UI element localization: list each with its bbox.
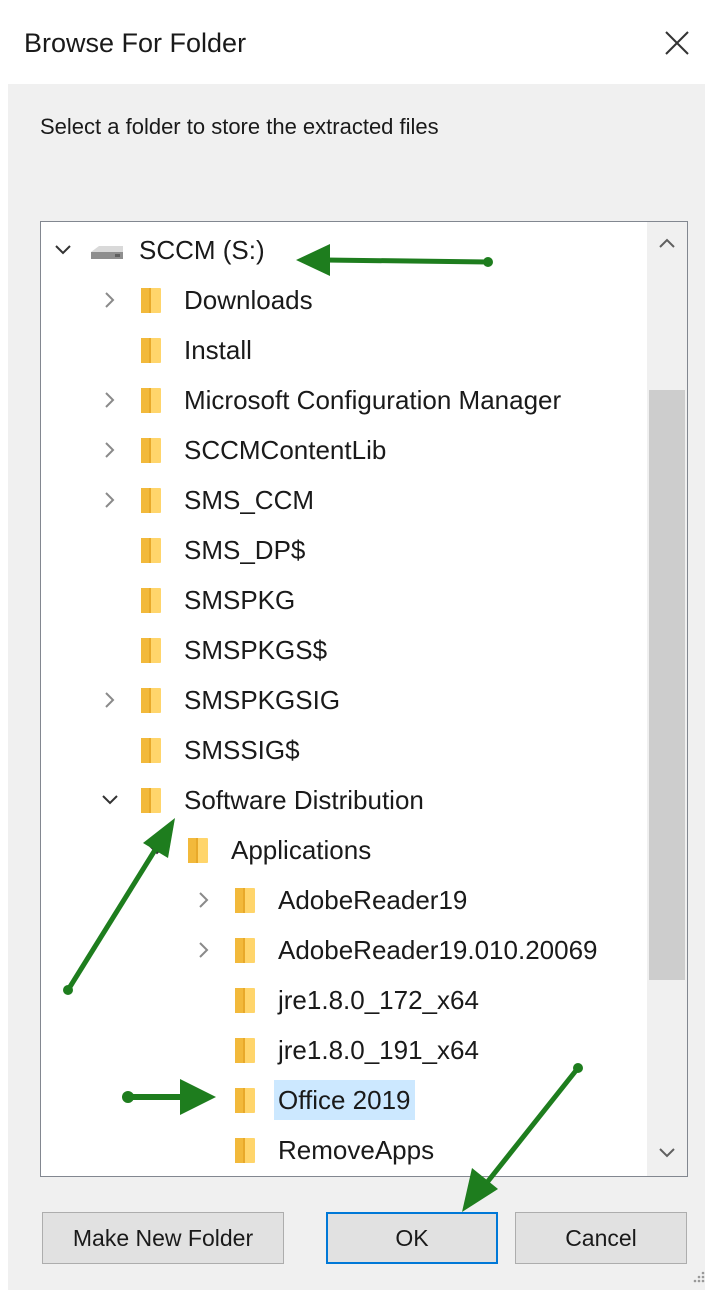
folder-icon <box>141 788 161 813</box>
ok-button[interactable]: OK <box>326 1212 498 1264</box>
tree-item[interactable]: AdobeReader19.010.20069 <box>41 928 641 972</box>
tree-item-label: Software Distribution <box>184 785 424 815</box>
folder-icon <box>235 888 255 913</box>
folder-icon <box>235 988 255 1013</box>
tree-item[interactable]: SMSPKGS$ <box>41 628 641 672</box>
scroll-up-icon[interactable] <box>657 236 677 250</box>
tree-item[interactable]: SCCMContentLib <box>41 428 641 472</box>
tree-item-label: RemoveApps <box>278 1135 435 1165</box>
tree-item-label: SCCM (S:) <box>139 235 265 265</box>
folder-icon <box>235 1038 255 1063</box>
vertical-scrollbar[interactable] <box>647 222 687 1176</box>
tree-item-label: Office 2019 <box>274 1080 415 1120</box>
tree-item-label: jre1.8.0_191_x64 <box>278 1035 479 1065</box>
tree-item-label: SMS_CCM <box>184 485 315 515</box>
tree-item-label: SMSPKGSIG <box>184 685 341 715</box>
resize-grip-icon[interactable] <box>690 1268 706 1284</box>
tree-item-label: AdobeReader19.010.20069 <box>278 935 598 965</box>
chevron-right-icon[interactable] <box>100 390 120 410</box>
folder-tree[interactable]: SCCM (S:) Downloads Install Microsoft Confi… <box>40 221 688 1177</box>
folder-icon <box>235 1138 255 1163</box>
tree-item-label: AdobeReader19 <box>278 885 468 915</box>
folder-icon <box>235 1088 255 1113</box>
instruction-text: Select a folder to store the extracted f… <box>40 114 439 139</box>
chevron-right-icon[interactable] <box>100 490 120 510</box>
folder-icon <box>141 588 161 613</box>
make-new-folder-button[interactable]: Make New Folder <box>42 1212 284 1264</box>
tree-item[interactable]: Applications <box>41 828 641 872</box>
close-icon[interactable] <box>660 26 694 60</box>
tree-item-label: Downloads <box>184 285 313 315</box>
tree-item-label: SCCMContentLib <box>184 435 387 465</box>
tree-item[interactable]: SMS_DP$ <box>41 528 641 572</box>
drive-icon <box>91 246 123 259</box>
chevron-down-icon[interactable] <box>53 240 73 260</box>
chevron-down-icon[interactable] <box>147 840 167 860</box>
tree-item[interactable]: Software Distribution <box>41 778 641 822</box>
scrollbar-thumb[interactable] <box>649 390 685 980</box>
folder-icon <box>141 338 161 363</box>
tree-item[interactable]: Downloads <box>41 278 641 322</box>
tree-item[interactable]: jre1.8.0_191_x64 <box>41 1028 641 1072</box>
chevron-right-icon[interactable] <box>100 690 120 710</box>
dialog-title: Browse For Folder <box>24 28 247 58</box>
chevron-down-icon[interactable] <box>100 790 120 810</box>
folder-icon <box>141 488 161 513</box>
cancel-button[interactable]: Cancel <box>515 1212 687 1264</box>
tree-item-label: SMSSIG$ <box>184 735 300 765</box>
tree-item-label: Install <box>184 335 252 365</box>
tree-item-label: Applications <box>231 835 372 865</box>
scroll-down-icon[interactable] <box>657 1146 677 1160</box>
tree-item[interactable]: AdobeReader19 <box>41 878 641 922</box>
folder-icon <box>141 438 161 463</box>
folder-icon <box>141 538 161 563</box>
tree-item[interactable]: SMSPKG <box>41 578 641 622</box>
tree-item-label: Microsoft Configuration Manager <box>184 385 562 415</box>
tree-item[interactable]: SMSSIG$ <box>41 728 641 772</box>
chevron-right-icon[interactable] <box>100 440 120 460</box>
tree-item[interactable]: RemoveApps <box>41 1128 641 1172</box>
folder-icon <box>141 388 161 413</box>
tree-item[interactable]: Install <box>41 328 641 372</box>
tree-item-label: SMSPKGS$ <box>184 635 328 665</box>
title-bar: Browse For Folder <box>0 0 713 84</box>
folder-icon <box>141 738 161 763</box>
chevron-right-icon[interactable] <box>194 940 214 960</box>
folder-icon <box>141 688 161 713</box>
tree-item[interactable]: SCCM (S:) <box>41 228 641 272</box>
chevron-right-icon[interactable] <box>100 290 120 310</box>
tree-item-label: SMS_DP$ <box>184 535 306 565</box>
tree-item[interactable]: Office 2019 <box>41 1078 641 1122</box>
tree-item[interactable]: Microsoft Configuration Manager <box>41 378 641 422</box>
chevron-right-icon[interactable] <box>194 890 214 910</box>
tree-item[interactable]: SMSPKGSIG <box>41 678 641 722</box>
tree-item-label: SMSPKG <box>184 585 296 615</box>
folder-icon <box>141 288 161 313</box>
folder-icon <box>235 938 255 963</box>
folder-icon <box>188 838 208 863</box>
tree-item[interactable]: jre1.8.0_172_x64 <box>41 978 641 1022</box>
folder-icon <box>141 638 161 663</box>
tree-item-label: jre1.8.0_172_x64 <box>278 985 479 1015</box>
tree-item[interactable]: SMS_CCM <box>41 478 641 522</box>
